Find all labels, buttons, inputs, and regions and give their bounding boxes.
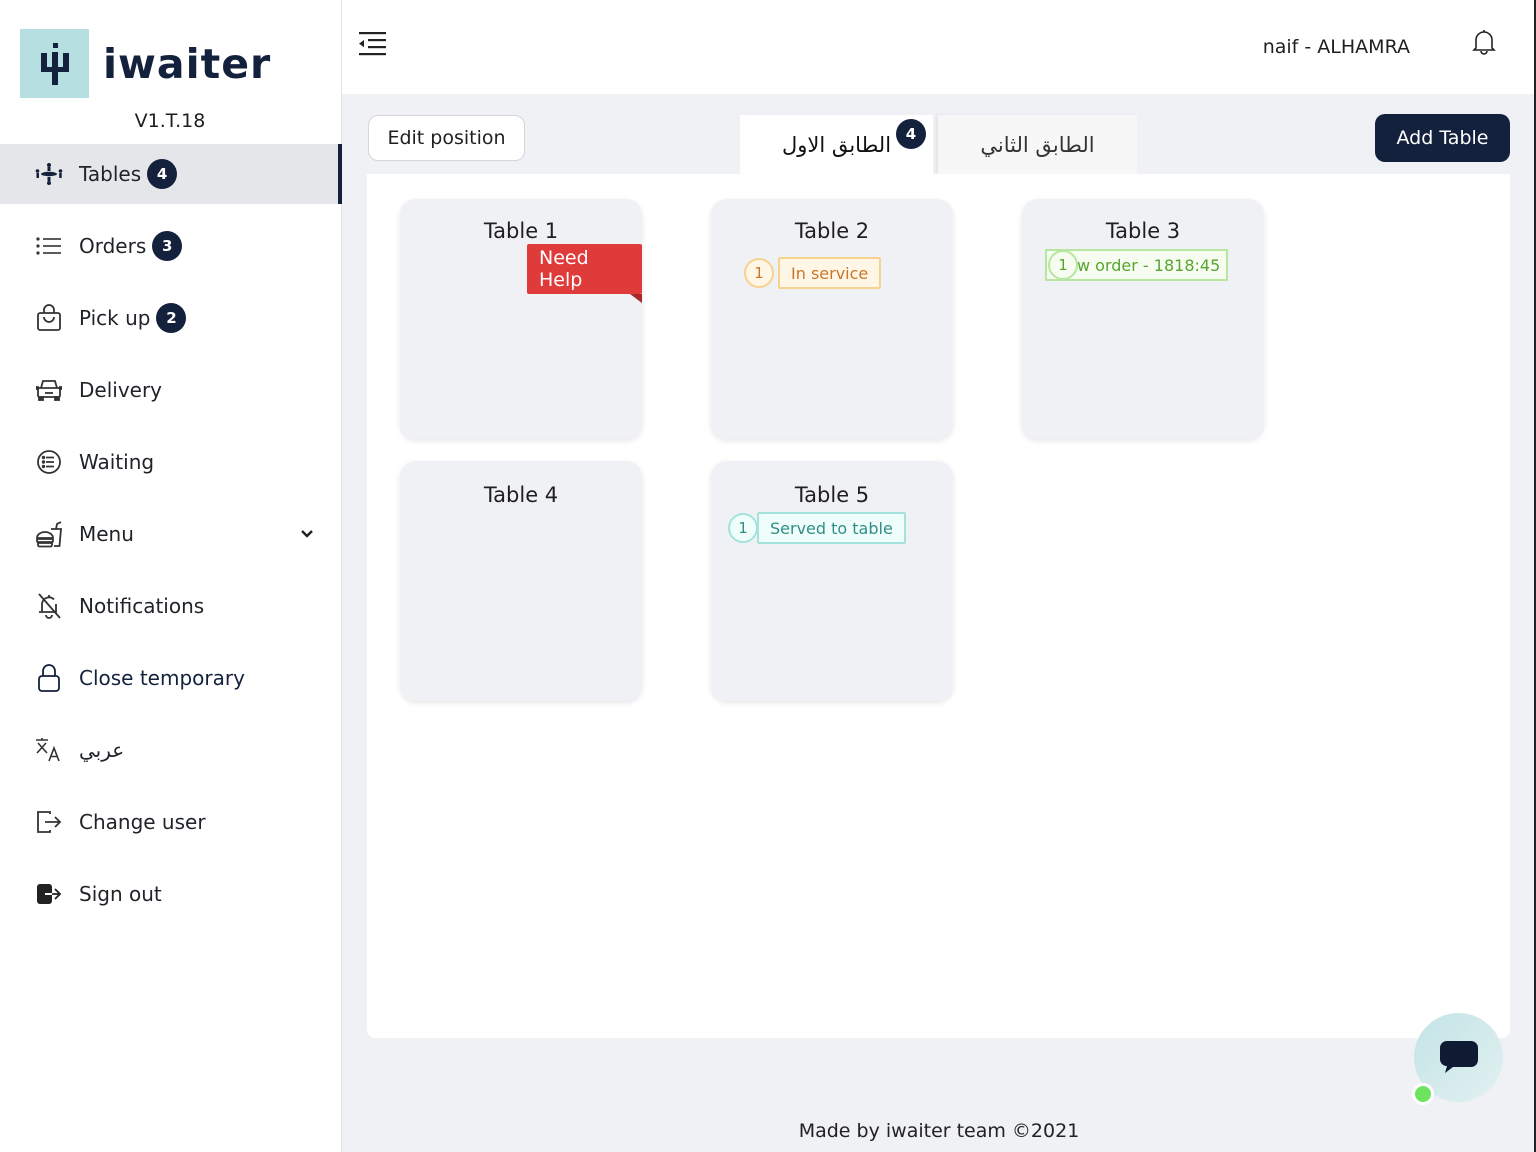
table-card[interactable]: Table 5 1 Served to table <box>711 461 953 701</box>
need-help-alert: Need Help <box>527 244 642 303</box>
table-card[interactable]: Table 2 1 In service <box>711 199 953 439</box>
shopping-bag-icon <box>35 304 63 332</box>
car-icon <box>35 376 63 404</box>
order-count: 1 <box>744 258 774 288</box>
food-icon <box>35 520 63 548</box>
chat-bubble-icon <box>1439 1040 1478 1073</box>
trident-icon <box>40 42 69 85</box>
sidebar-item-close-temporary[interactable]: Close temporary <box>0 648 342 708</box>
sidebar-item-waiting[interactable]: Waiting <box>0 432 342 492</box>
add-table-button[interactable]: Add Table <box>1375 114 1510 162</box>
sidebar-item-label: Menu <box>79 522 134 546</box>
current-user[interactable]: naif - ALHAMRA <box>1263 36 1410 58</box>
sidebar-item-label: Sign out <box>79 882 162 906</box>
sidebar-item-label: Waiting <box>79 450 155 474</box>
table-name: Table 1 <box>483 219 559 243</box>
list-circle-icon <box>35 448 63 476</box>
app-version: V1.T.18 <box>134 110 206 132</box>
table-name: Table 5 <box>794 483 870 507</box>
table-card[interactable]: Table 1 Need Help <box>400 199 642 439</box>
sidebar-nav: Tables 4 Orders 3 Pick up 2 Delivery Wai… <box>0 144 342 936</box>
sidebar-item-orders[interactable]: Orders 3 <box>0 216 342 276</box>
sidebar-item-label: Delivery <box>79 378 163 402</box>
sidebar-item-change-user[interactable]: Change user <box>0 792 342 852</box>
footer-credit: Made by iwaiter team ©2021 <box>798 1120 1080 1142</box>
table-name: Table 2 <box>794 219 870 243</box>
sidebar-item-sign-out[interactable]: Sign out <box>0 864 342 924</box>
tab-label: الطابق الثاني <box>980 132 1095 157</box>
sidebar-item-pick-up[interactable]: Pick up 2 <box>0 288 342 348</box>
list-icon <box>35 232 63 260</box>
lock-icon <box>35 664 63 692</box>
order-status[interactable]: 1 In service <box>744 257 882 289</box>
online-status-indicator <box>1412 1083 1434 1105</box>
floor-plan: Table 1 Need Help Table 2 1 In service T… <box>367 174 1510 1038</box>
change-user-icon <box>35 808 63 836</box>
top-header: naif - ALHAMRA <box>342 0 1536 94</box>
table-card[interactable]: Table 4 <box>400 461 642 701</box>
sidebar-item-menu[interactable]: Menu <box>0 504 342 564</box>
edit-position-button[interactable]: Edit position <box>368 115 525 161</box>
bell-off-icon <box>35 592 63 620</box>
sidebar-item-label: Tables <box>79 162 142 186</box>
tables-icon <box>35 160 63 188</box>
order-count: 1 <box>728 513 758 543</box>
table-name: Table 3 <box>1105 219 1181 243</box>
logo-mark <box>20 29 89 98</box>
sidebar-item-delivery[interactable]: Delivery <box>0 360 342 420</box>
sidebar-item-label: Pick up <box>79 306 151 330</box>
sidebar-item-label: Close temporary <box>79 666 245 690</box>
bell-icon[interactable] <box>1472 28 1496 60</box>
sidebar-item-label: Notifications <box>79 594 205 618</box>
sidebar-item-tables[interactable]: Tables 4 <box>0 144 342 204</box>
sign-out-icon <box>35 880 63 908</box>
count-badge: 2 <box>156 303 187 333</box>
table-name: Table 4 <box>483 483 559 507</box>
sidebar-item-language[interactable]: عربي <box>0 720 342 780</box>
count-badge: 4 <box>147 159 178 189</box>
sidebar-item-label: Change user <box>79 810 206 834</box>
sidebar-item-label: عربي <box>79 738 125 762</box>
count-badge: 3 <box>152 231 183 261</box>
count-badge: 4 <box>896 119 926 149</box>
status-badge: Served to table <box>757 512 906 544</box>
order-count: 1 <box>1048 250 1078 280</box>
order-status[interactable]: 1 Served to table <box>728 512 906 544</box>
sidebar-item-label: Orders <box>79 234 147 258</box>
order-status[interactable]: 1 w order - 1818:45 <box>1045 249 1228 281</box>
chevron-down-icon[interactable] <box>300 524 314 543</box>
tab-first-floor[interactable]: الطابق الاول 4 <box>740 115 933 174</box>
tab-second-floor[interactable]: الطابق الثاني <box>938 115 1137 174</box>
sidebar-item-notifications[interactable]: Notifications <box>0 576 342 636</box>
translate-icon <box>35 736 63 764</box>
status-badge: In service <box>778 257 882 289</box>
logo[interactable]: iwaiter <box>20 29 271 98</box>
brand-name: iwaiter <box>103 39 272 88</box>
table-card[interactable]: Table 3 1 w order - 1818:45 <box>1022 199 1264 439</box>
sidebar: iwaiter V1.T.18 Tables 4 Orders 3 Pick u… <box>0 0 342 1152</box>
collapse-sidebar-icon[interactable] <box>358 30 388 62</box>
tab-label: الطابق الاول <box>781 132 892 157</box>
